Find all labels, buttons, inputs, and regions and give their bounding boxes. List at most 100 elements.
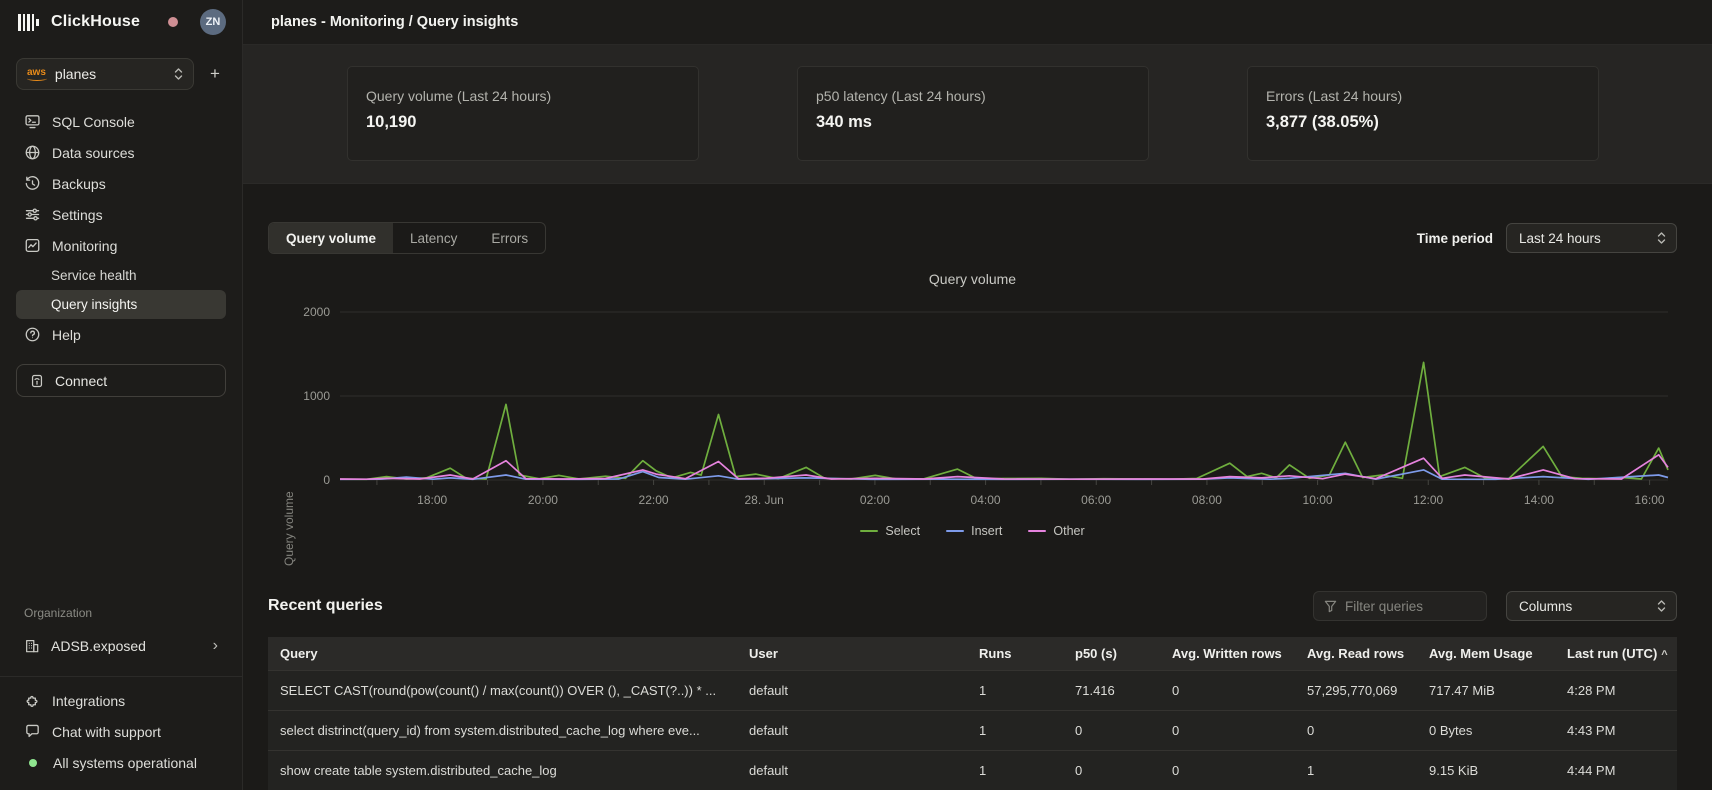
legend-label: Select [885,524,920,538]
legend-swatch-icon [946,530,964,533]
sidebar-item-data-sources[interactable]: Data sources [16,137,226,168]
table-cell: 0 [1160,670,1295,710]
sidebar-item-backups[interactable]: Backups [16,168,226,199]
legend-label: Insert [971,524,1002,538]
organization-section-label: Organization [24,606,218,620]
query-cell: show create table system.distributed_cac… [268,750,737,790]
column-header-last-run-utc[interactable]: Last run (UTC)^ [1555,637,1677,670]
sidebar-item-sql-console[interactable]: SQL Console [16,106,226,137]
series-select [340,362,1668,479]
connect-icon [29,373,45,389]
main-area: planes - Monitoring / Query insights Que… [243,0,1712,790]
column-header-p50-s[interactable]: p50 (s) [1063,637,1160,670]
chart-plot: 010002000 [340,306,1668,486]
sidebar-item-settings[interactable]: Settings [16,199,226,230]
add-service-button[interactable]: + [204,64,226,84]
table-cell: 0 [1063,750,1160,790]
sidebar-item-integrations[interactable]: Integrations [16,685,226,716]
table-row[interactable]: select distrinct(query_id) from system.d… [268,710,1677,750]
x-axis-labels: 18:0020:0022:0028. Jun02:0004:0006:0008:… [340,490,1668,512]
chart-canvas [340,306,1668,486]
tab-errors[interactable]: Errors [474,223,545,253]
sidebar-item-service-health[interactable]: Service health [16,261,226,290]
sidebar-item-chat-with-support[interactable]: Chat with support [16,716,226,747]
recent-queries-table: QueryUserRunsp50 (s)Avg. Written rowsAvg… [268,637,1677,790]
sidebar-item-label: Settings [52,207,103,223]
stat-card-errors: Errors (Last 24 hours) 3,877 (38.05%) [1247,66,1599,161]
legend-item-insert[interactable]: Insert [946,524,1002,538]
service-selector[interactable]: aws planes [16,58,194,90]
sidebar-item-label: Integrations [52,693,125,709]
organization-switcher[interactable]: ADSB.exposed › [16,630,226,662]
column-header-avg-read-rows[interactable]: Avg. Read rows [1295,637,1417,670]
notification-dot-icon[interactable] [168,17,178,27]
y-axis-label: Query volume [282,491,296,566]
legend-item-select[interactable]: Select [860,524,920,538]
stat-value: 10,190 [366,113,680,132]
table-cell: 717.47 MiB [1417,670,1555,710]
restore-icon [24,175,41,192]
table-cell: 4:28 PM [1555,670,1677,710]
stat-label: Errors (Last 24 hours) [1266,88,1580,104]
chevron-updown-icon [1657,231,1666,245]
table-cell: 0 [1295,710,1417,750]
chevron-updown-icon [1657,599,1666,613]
stat-value: 340 ms [816,113,1130,132]
service-name: planes [55,66,165,82]
column-header-avg-mem-usage[interactable]: Avg. Mem Usage [1417,637,1555,670]
tab-latency[interactable]: Latency [393,223,474,253]
time-period-select[interactable]: Last 24 hours [1506,223,1677,253]
app-window: ClickHouse ZN aws planes + SQL ConsoleDa… [0,0,1712,790]
avatar[interactable]: ZN [200,9,226,35]
y-tick-label: 2000 [303,305,330,319]
connect-label: Connect [55,373,107,389]
table-cell: default [737,670,967,710]
filter-queries-input[interactable] [1345,599,1476,614]
table-cell: 0 [1160,750,1295,790]
chat-icon [24,723,41,740]
stats-strip: Query volume (Last 24 hours) 10,190 p50 la… [243,45,1712,184]
puzzle-icon [24,692,41,709]
legend-item-other[interactable]: Other [1028,524,1084,538]
chart-title: Query volume [268,271,1677,287]
stat-card-p50-latency: p50 latency (Last 24 hours)340 ms [797,66,1149,161]
x-tick-label: 28. Jun [744,493,783,507]
table-cell: 1 [967,670,1063,710]
recent-queries-title: Recent queries [268,597,383,615]
sidebar-item-label: All systems operational [53,755,197,771]
table-cell: 71.416 [1063,670,1160,710]
sidebar-item-label: Monitoring [52,238,117,254]
series-other [340,455,1668,479]
stat-label: Query volume (Last 24 hours) [366,88,680,104]
chart-legend: Select Insert Other [268,521,1677,541]
sidebar-item-all-systems-operational[interactable]: All systems operational [16,747,226,778]
columns-select[interactable]: Columns [1506,591,1677,621]
tab-query-volume[interactable]: Query volume [269,223,393,253]
globe-icon [24,144,41,161]
x-tick-label: 16:00 [1635,493,1665,507]
column-header-avg-written-rows[interactable]: Avg. Written rows [1160,637,1295,670]
table-cell: 57,295,770,069 [1295,670,1417,710]
sliders-icon [24,206,41,223]
table-cell: default [737,710,967,750]
sidebar-item-query-insights[interactable]: Query insights [16,290,226,319]
table-cell: 4:43 PM [1555,710,1677,750]
x-tick-label: 10:00 [1303,493,1333,507]
column-header-user[interactable]: User [737,637,967,670]
table-cell: 4:44 PM [1555,750,1677,790]
sidebar-item-monitoring[interactable]: Monitoring [16,230,226,261]
connect-button[interactable]: Connect [16,364,226,397]
building-icon [24,638,40,654]
legend-label: Other [1053,524,1084,538]
sidebar-item-label: SQL Console [52,114,135,130]
sidebar-item-help[interactable]: Help [16,319,226,350]
table-cell: 0 [1063,710,1160,750]
column-header-query[interactable]: Query [268,637,737,670]
stat-value: 3,877 (38.05%) [1266,113,1580,132]
sidebar: ClickHouse ZN aws planes + SQL ConsoleDa… [0,0,243,790]
table-row[interactable]: SELECT CAST(round(pow(count() / max(coun… [268,670,1677,710]
table-row[interactable]: show create table system.distributed_cac… [268,750,1677,790]
column-header-runs[interactable]: Runs [967,637,1063,670]
filter-icon [1324,600,1337,613]
x-tick-label: 20:00 [528,493,558,507]
